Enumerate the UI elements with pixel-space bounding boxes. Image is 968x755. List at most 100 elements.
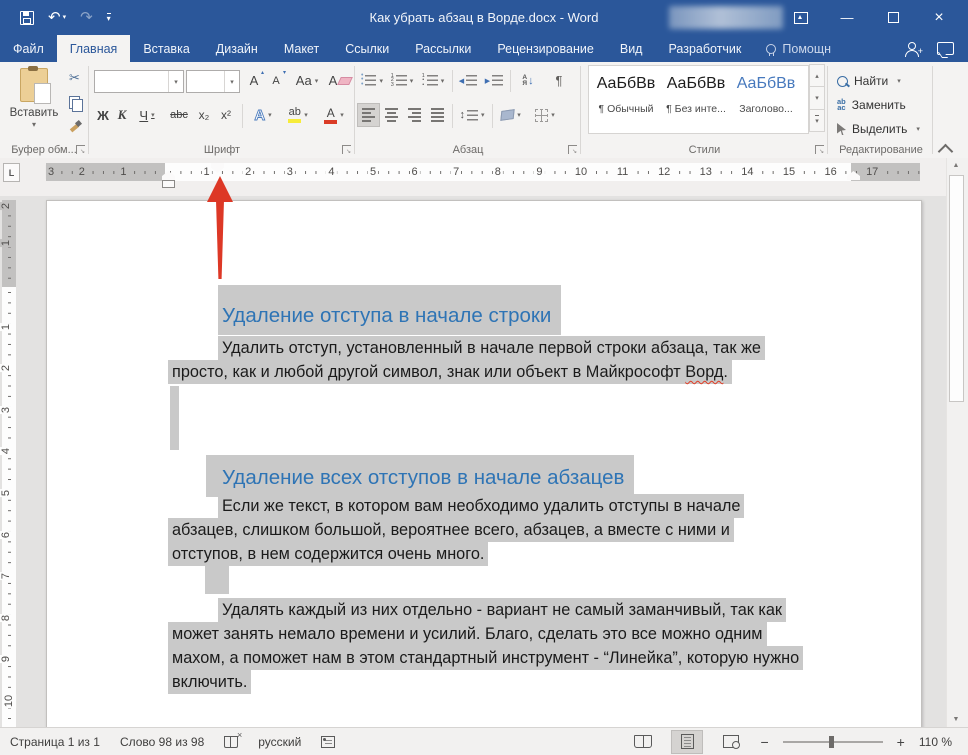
change-case-button[interactable]: Аа <box>292 70 322 91</box>
show-paragraph-marks-button[interactable]: ¶ <box>548 70 570 91</box>
zoom-level[interactable]: 110 % <box>919 735 952 749</box>
font-color-button[interactable]: А <box>318 104 350 126</box>
paragraph-line[interactable]: Удалить отступ, установленный в начале п… <box>218 336 765 360</box>
text-effects-button[interactable]: А <box>248 104 278 126</box>
paragraph-line[interactable]: абзацев, слишком большой, вероятнее всег… <box>168 518 734 542</box>
paste-dropdown-icon[interactable]: ▾ <box>32 120 36 129</box>
multilevel-list-button[interactable]: 1 • • <box>418 70 448 91</box>
shrink-font-button[interactable]: А ▾ <box>266 70 286 91</box>
paragraph-line[interactable]: включить. <box>168 670 252 694</box>
language-indicator[interactable]: русский <box>258 735 301 749</box>
subscript-button[interactable]: x₂ <box>194 104 214 126</box>
customize-quick-access-button[interactable]: ▾ <box>106 12 111 23</box>
borders-button[interactable] <box>530 104 560 126</box>
vertical-scrollbar[interactable]: ▲ ▼ <box>946 158 965 727</box>
tab-file[interactable]: Файл <box>0 35 57 62</box>
zoom-in-button[interactable]: + <box>897 734 905 750</box>
maximize-button[interactable] <box>870 0 916 35</box>
tab-mailings[interactable]: Рассылки <box>402 35 484 62</box>
close-button[interactable]: × <box>916 0 962 35</box>
strikethrough-button[interactable]: abc <box>166 104 192 126</box>
tab-design[interactable]: Дизайн <box>203 35 271 62</box>
styles-scroll-down-button[interactable]: ▾ <box>809 86 825 110</box>
text-highlight-button[interactable]: ab <box>282 104 314 126</box>
copy-button[interactable] <box>64 92 85 112</box>
increase-indent-button[interactable]: ▶ <box>482 70 506 91</box>
style-normal[interactable]: АаБбВв ¶ Обычный <box>593 71 659 127</box>
redo-button[interactable]: ↷ <box>80 10 93 25</box>
scrollbar-thumb[interactable] <box>949 175 964 402</box>
read-mode-button[interactable] <box>628 731 658 753</box>
proofing-errors-icon[interactable] <box>224 730 242 748</box>
font-dialog-launcher[interactable] <box>342 145 351 155</box>
paragraph-line[interactable]: отступов, в нем содержится очень много. <box>168 542 489 566</box>
tab-layout[interactable]: Макет <box>271 35 332 62</box>
paragraph-line[interactable]: махом, а поможет нам в этом стандартный … <box>168 646 804 670</box>
justify-button[interactable] <box>427 104 448 126</box>
print-layout-button[interactable] <box>671 729 704 754</box>
heading1[interactable]: Удаление отступа в начале строки <box>218 285 562 335</box>
paragraph-line[interactable]: может занять немало времени и усилий. Бл… <box>168 622 767 646</box>
comments-button[interactable] <box>927 35 968 62</box>
select-button[interactable]: Выделить <box>837 118 920 140</box>
align-right-button[interactable] <box>404 104 425 126</box>
paragraph-line[interactable]: Если же текст, в котором вам необходимо … <box>218 494 745 518</box>
ribbon-display-options-button[interactable] <box>778 0 824 35</box>
font-size-dropdown-icon[interactable]: ▾ <box>224 71 239 92</box>
collapse-ribbon-button[interactable] <box>937 143 954 160</box>
tab-view[interactable]: Вид <box>607 35 656 62</box>
font-name-combobox[interactable]: ▾ <box>94 70 184 93</box>
find-button[interactable]: Найти <box>837 70 901 92</box>
style-heading1[interactable]: АаБбВв Заголово... <box>733 71 799 127</box>
grow-font-button[interactable]: А ▴ <box>244 70 264 91</box>
style-no-spacing[interactable]: АаБбВв ¶ Без инте... <box>663 71 729 127</box>
font-size-combobox[interactable]: ▾ <box>186 70 240 93</box>
clipboard-dialog-launcher[interactable] <box>76 145 85 155</box>
tab-review[interactable]: Рецензирование <box>484 35 607 62</box>
line-spacing-button[interactable]: ↕ <box>456 104 488 126</box>
bold-button[interactable]: Ж <box>94 104 112 126</box>
shading-button[interactable] <box>496 104 526 126</box>
underline-button[interactable]: Ч <box>132 104 162 126</box>
macro-recording-icon[interactable] <box>321 735 336 748</box>
align-center-button[interactable] <box>381 104 402 126</box>
styles-dialog-launcher[interactable] <box>815 145 824 155</box>
bullets-button[interactable]: • • • <box>358 70 386 91</box>
tell-me-assistant[interactable]: Помощн <box>754 35 843 62</box>
align-left-button[interactable] <box>357 103 380 127</box>
save-button[interactable] <box>20 10 34 25</box>
sort-button[interactable]: А Я ↓ <box>514 70 542 91</box>
page-indicator[interactable]: Страница 1 из 1 <box>10 735 100 749</box>
word-count[interactable]: Слово 98 из 98 <box>120 735 204 749</box>
paragraph-dialog-launcher[interactable] <box>568 145 577 155</box>
tab-developer[interactable]: Разработчик <box>655 35 754 62</box>
undo-button[interactable]: ↶ ▾ <box>48 10 66 25</box>
zoom-slider[interactable] <box>782 735 883 748</box>
scroll-down-button[interactable]: ▼ <box>949 713 963 726</box>
replace-button[interactable]: ab ac Заменить <box>837 94 906 116</box>
clear-formatting-button[interactable]: А <box>328 70 354 91</box>
italic-button[interactable]: К <box>114 104 130 126</box>
zoom-out-button[interactable]: − <box>760 734 768 750</box>
zoom-slider-thumb[interactable] <box>828 735 834 748</box>
undo-dropdown-icon[interactable]: ▾ <box>63 14 67 21</box>
numbering-button[interactable]: 1 2 3 <box>388 70 416 91</box>
heading2[interactable]: Удаление всех отступов в начале абзацев <box>206 455 635 497</box>
superscript-button[interactable]: x² <box>216 104 236 126</box>
left-indent-marker[interactable] <box>162 180 175 188</box>
tab-home[interactable]: Главная <box>56 35 131 62</box>
styles-scroll-up-button[interactable]: ▴ <box>809 64 825 88</box>
paste-button[interactable]: Вставить ▾ <box>6 66 62 142</box>
scroll-up-button[interactable]: ▲ <box>949 159 963 172</box>
tab-insert[interactable]: Вставка <box>130 35 202 62</box>
web-layout-button[interactable] <box>716 731 746 753</box>
cut-button[interactable]: ✂ <box>64 68 85 88</box>
minimize-button[interactable]: — <box>824 0 870 35</box>
paragraph-line[interactable]: просто, как и любой другой символ, знак … <box>168 360 732 384</box>
decrease-indent-button[interactable]: ◀ <box>456 70 480 91</box>
tab-stop-selector[interactable]: L <box>3 163 20 182</box>
font-name-dropdown-icon[interactable]: ▾ <box>168 71 183 92</box>
styles-more-button[interactable]: ▾ <box>809 108 825 132</box>
share-button[interactable]: + <box>905 35 927 62</box>
format-painter-button[interactable] <box>64 116 85 136</box>
